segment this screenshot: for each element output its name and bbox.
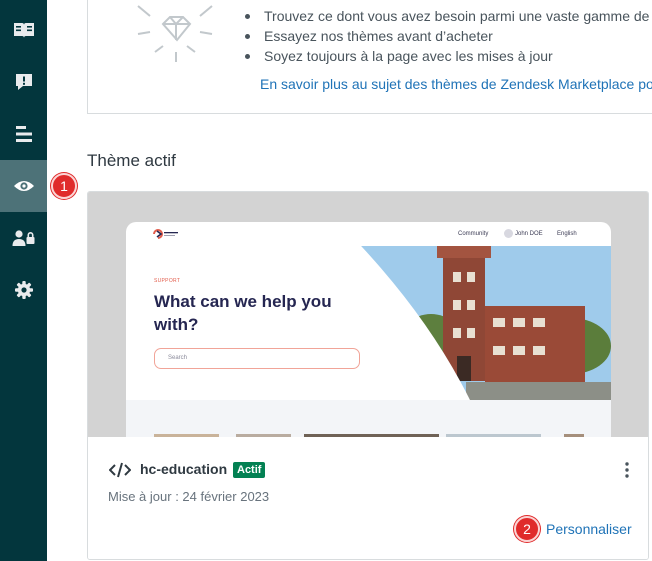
marketplace-benefits: Trouvez ce dont vous avez besoin parmi u… (244, 6, 650, 66)
code-icon (109, 462, 131, 478)
sidebar-item-guide[interactable] (0, 4, 47, 56)
preview-nav: Community John DOE English (126, 222, 611, 246)
active-theme-card: Community John DOE English SUPPORT What … (87, 191, 649, 560)
eye-icon (13, 181, 34, 191)
theme-preview-mock: Community John DOE English SUPPORT What … (126, 222, 611, 437)
more-options-icon[interactable] (624, 461, 630, 479)
feedback-alert-icon (15, 74, 32, 90)
list-align-icon (15, 126, 32, 142)
main-content: Trouvez ce dont vous avez besoin parmi u… (47, 0, 652, 561)
theme-card-footer: hc-education Actif Mise à jour : 24 févr… (88, 437, 648, 559)
list-item: Soyez toujours à la page avec les mises … (244, 46, 649, 66)
preview-headline: What can we help you with? (154, 292, 332, 334)
customize-button[interactable]: Personnaliser (546, 521, 632, 537)
sidebar-item-arrange[interactable] (0, 108, 47, 160)
sidebar (0, 0, 47, 561)
campus-building-image (361, 246, 611, 402)
sidebar-item-feedback[interactable] (0, 56, 47, 108)
diamond-icon (137, 5, 213, 62)
active-theme-heading: Thème actif (87, 151, 176, 170)
list-item: Essayez nos thèmes avant d’acheter (244, 26, 649, 46)
list-item: Trouvez ce dont vous avez besoin parmi u… (244, 8, 650, 24)
preview-support-label: SUPPORT (154, 278, 181, 284)
user-lock-icon (12, 230, 34, 246)
guide-book-icon (13, 23, 34, 38)
annotation-step-1: 1 (51, 173, 77, 199)
preview-logo-icon (153, 229, 178, 239)
theme-updated-date: Mise à jour : 24 février 2023 (108, 489, 270, 504)
marketplace-learn-more-link[interactable]: En savoir plus au sujet des thèmes de Ze… (260, 76, 652, 92)
sidebar-item-themes[interactable] (0, 160, 47, 212)
preview-nav-community: Community (458, 231, 489, 237)
sidebar-item-permissions[interactable] (0, 212, 47, 264)
gear-icon (14, 281, 33, 299)
status-badge: Actif (233, 462, 266, 478)
marketplace-card: Trouvez ce dont vous avez besoin parmi u… (87, 0, 652, 114)
sidebar-item-settings[interactable] (0, 264, 47, 316)
preview-lower-section (126, 400, 611, 437)
theme-preview[interactable]: Community John DOE English SUPPORT What … (88, 192, 648, 437)
preview-nav-user: John DOE (515, 231, 543, 237)
preview-search-placeholder: Search (168, 355, 188, 361)
preview-nav-language: English (557, 231, 577, 237)
annotation-step-2: 2 (514, 516, 540, 542)
theme-name: hc-education (140, 461, 228, 477)
preview-avatar-icon (504, 229, 513, 238)
preview-search-field: Search (154, 348, 360, 369)
